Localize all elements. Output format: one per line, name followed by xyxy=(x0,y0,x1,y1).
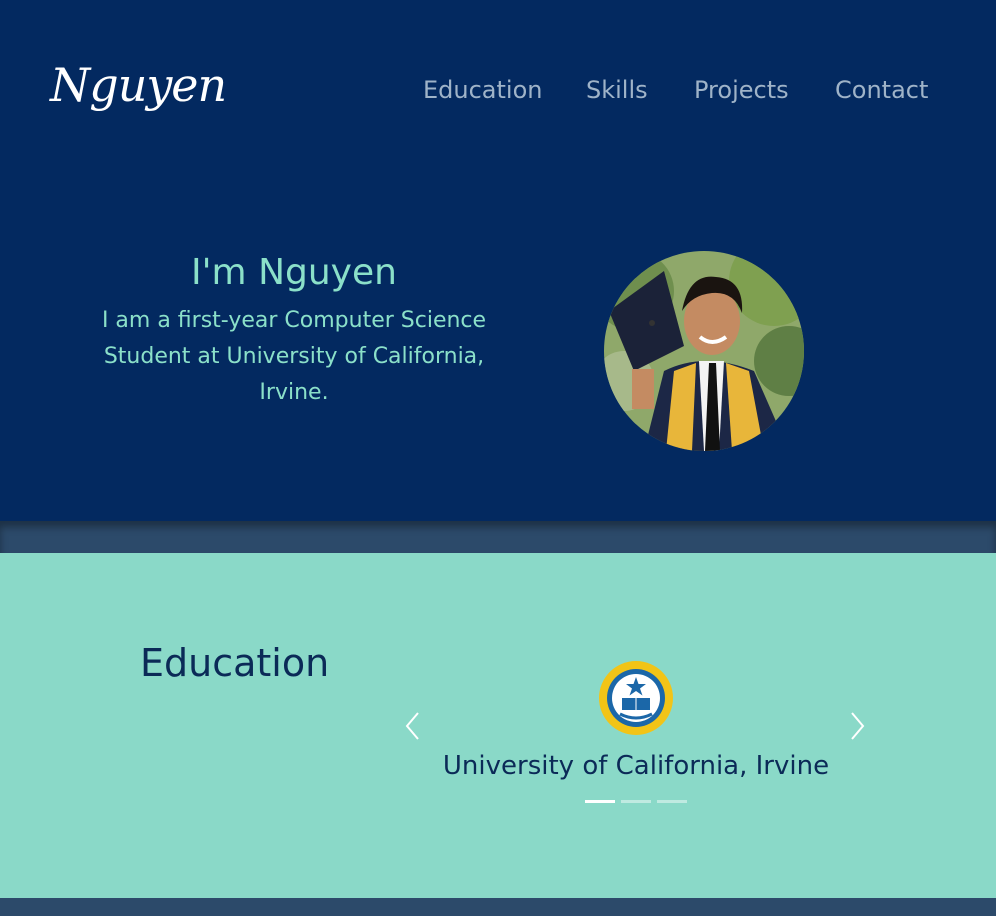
carousel-indicator-1[interactable] xyxy=(585,800,615,803)
nav-projects[interactable]: Projects xyxy=(694,76,789,104)
carousel-indicator-2[interactable] xyxy=(621,800,651,803)
footer-band xyxy=(0,898,996,916)
university-seal-icon xyxy=(598,660,674,736)
carousel-indicators xyxy=(585,800,693,803)
nav-contact[interactable]: Contact xyxy=(835,76,928,104)
nav-education[interactable]: Education xyxy=(423,76,542,104)
university-name: University of California, Irvine xyxy=(442,751,830,781)
carousel-next-button[interactable] xyxy=(847,711,867,741)
nav-skills[interactable]: Skills xyxy=(586,76,648,104)
intro: I'm Nguyen I am a first-year Computer Sc… xyxy=(94,252,494,411)
profile-photo xyxy=(604,251,804,451)
chevron-right-icon xyxy=(851,712,865,740)
page: Nguyen Education Skills Projects Contact… xyxy=(0,0,996,916)
education-title: Education xyxy=(140,641,330,685)
carousel-indicator-3[interactable] xyxy=(657,800,687,803)
chevron-left-icon xyxy=(405,712,419,740)
main-nav: Education Skills Projects Contact xyxy=(0,76,996,108)
section-divider xyxy=(0,521,996,553)
carousel-prev-button[interactable] xyxy=(403,711,423,741)
hero-heading: I'm Nguyen xyxy=(191,252,397,293)
hero-description: I am a first-year Computer Science Stude… xyxy=(101,308,487,405)
hero-section: Nguyen Education Skills Projects Contact… xyxy=(0,0,996,521)
education-section: Education University of California, Irvi… xyxy=(0,553,996,898)
